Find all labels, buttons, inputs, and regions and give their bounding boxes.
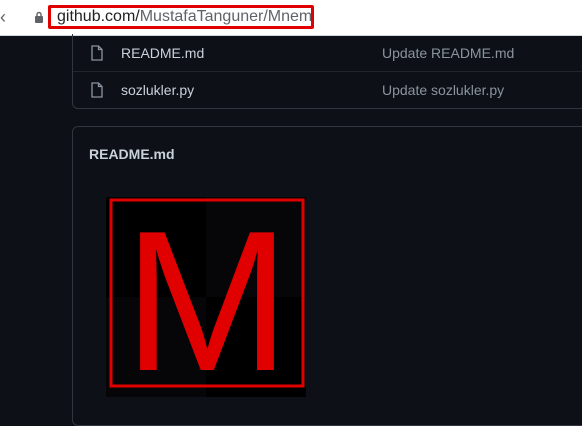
commit-message-link[interactable]: Update README.md xyxy=(382,45,514,61)
readme-panel: README.md M xyxy=(72,126,582,426)
file-row[interactable]: sozlukler.py Update sozlukler.py xyxy=(73,71,582,108)
file-icon xyxy=(91,81,103,98)
file-name-link[interactable]: README.md xyxy=(121,45,204,61)
file-list: README.md Update README.md sozlukler.py … xyxy=(72,34,582,109)
url-path: MustafaTanguner/Mnemonic xyxy=(139,8,313,25)
commit-message-link[interactable]: Update sozlukler.py xyxy=(382,82,504,98)
file-icon xyxy=(91,44,103,61)
mnemonic-logo-image: M xyxy=(106,197,306,397)
url-field[interactable]: github.com/MustafaTanguner/Mnemonic xyxy=(48,5,314,29)
logo-letter: M xyxy=(124,197,291,397)
lock-icon xyxy=(35,11,43,23)
browser-address-bar: ‹ github.com/MustafaTanguner/Mnemonic xyxy=(0,0,582,36)
readme-title: README.md xyxy=(89,146,175,162)
file-row[interactable]: README.md Update README.md xyxy=(73,34,582,72)
url-host: github.com/ xyxy=(57,8,140,25)
back-arrow-icon[interactable]: ‹ xyxy=(0,8,14,26)
file-name-link[interactable]: sozlukler.py xyxy=(121,82,194,98)
